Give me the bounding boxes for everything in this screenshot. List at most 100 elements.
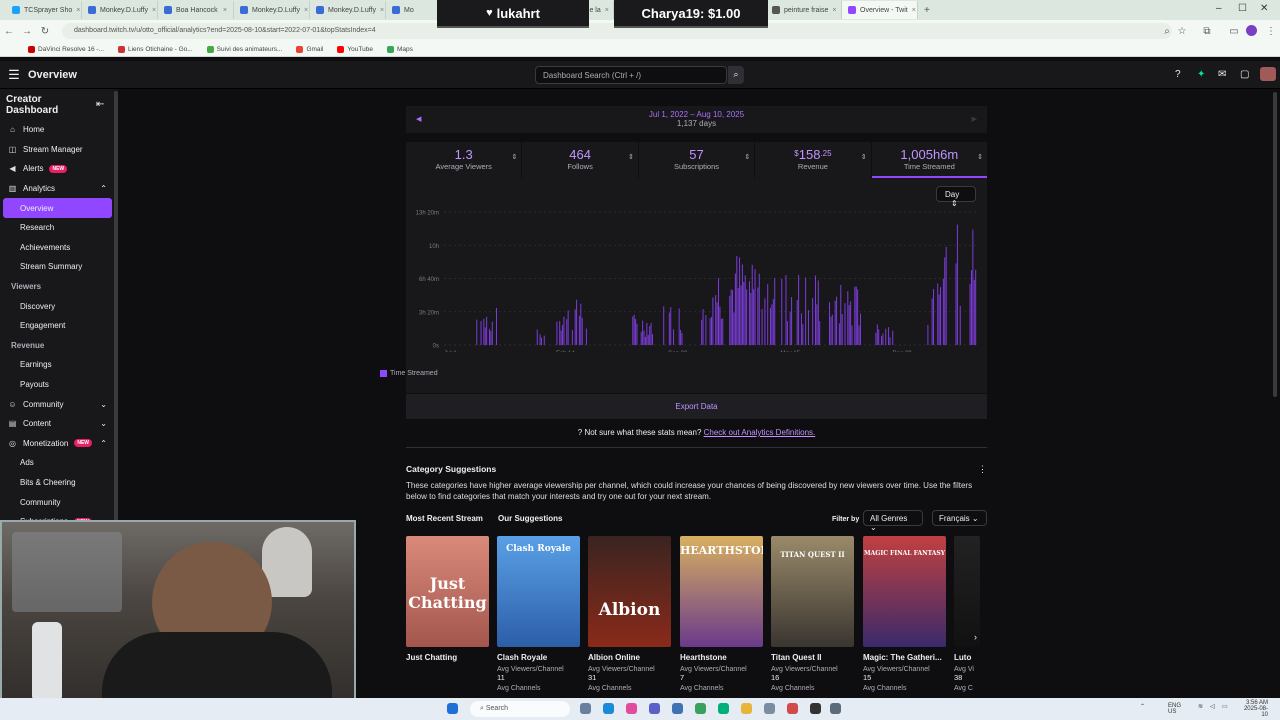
chart-bar[interactable] bbox=[754, 269, 756, 345]
chart-bar[interactable] bbox=[848, 305, 850, 345]
minimize-icon[interactable]: – bbox=[1216, 3, 1222, 14]
chart-bar[interactable] bbox=[888, 327, 890, 345]
chart-bar[interactable] bbox=[678, 308, 680, 345]
chart-bar[interactable] bbox=[757, 287, 759, 345]
chart-bar[interactable] bbox=[875, 332, 877, 345]
chart-bar[interactable] bbox=[814, 275, 816, 345]
menu-icon[interactable]: ☰ bbox=[0, 67, 28, 83]
chart-bar[interactable] bbox=[480, 321, 482, 345]
app-icon-7[interactable] bbox=[830, 703, 841, 714]
file-explorer-icon[interactable] bbox=[741, 703, 752, 714]
chart-bar[interactable] bbox=[854, 286, 856, 345]
chart-bar[interactable] bbox=[770, 307, 772, 345]
category-tile[interactable]: Just Chatting Just Chatting bbox=[406, 536, 489, 666]
close-tab-icon[interactable]: × bbox=[832, 7, 836, 14]
chart-bar[interactable] bbox=[495, 307, 497, 345]
more-options-icon[interactable]: ⋮ bbox=[978, 464, 987, 475]
sidebar-item-monetization[interactable]: ◎ Monetization NEW ⌃ bbox=[0, 434, 118, 454]
chart-bar[interactable] bbox=[560, 330, 562, 345]
reload-icon[interactable]: ↻ bbox=[36, 26, 54, 37]
windows-start-icon[interactable] bbox=[447, 703, 458, 714]
sidebar-item-engagement[interactable]: Engagement bbox=[0, 316, 118, 336]
chart-bar[interactable] bbox=[705, 315, 707, 345]
chart-bar[interactable] bbox=[802, 324, 804, 345]
chart-bar[interactable] bbox=[761, 308, 763, 345]
chart-bar[interactable] bbox=[850, 301, 852, 345]
chart-bar[interactable] bbox=[580, 303, 582, 345]
chart-bar[interactable] bbox=[746, 289, 748, 345]
chart-bar[interactable] bbox=[737, 288, 739, 345]
extensions-puzzle-icon[interactable]: ✦ bbox=[1197, 69, 1205, 80]
chart-bar[interactable] bbox=[566, 319, 568, 345]
chart-bar[interactable] bbox=[536, 329, 538, 345]
browser-tab[interactable]: Boa Hancock × bbox=[158, 1, 234, 19]
search-icon[interactable]: ⌕ bbox=[728, 66, 744, 84]
chart-bar[interactable] bbox=[940, 287, 942, 345]
chart-bar[interactable] bbox=[635, 319, 637, 345]
chart-bar[interactable] bbox=[711, 316, 712, 345]
chart-bar[interactable] bbox=[753, 289, 755, 345]
chart-bar[interactable] bbox=[488, 328, 490, 345]
chart-bar[interactable] bbox=[733, 312, 735, 345]
chart-bar[interactable] bbox=[719, 306, 721, 345]
taskbar-search[interactable]: ⌕ Search bbox=[470, 701, 570, 717]
chart-bar[interactable] bbox=[640, 331, 642, 345]
close-tab-icon[interactable]: × bbox=[76, 7, 80, 14]
chart-bar[interactable] bbox=[938, 294, 940, 345]
chart-bar[interactable] bbox=[969, 284, 971, 345]
category-box-art[interactable]: Albion bbox=[588, 536, 671, 647]
chart-bar[interactable] bbox=[764, 298, 766, 345]
close-tab-icon[interactable]: × bbox=[912, 7, 916, 14]
chart-bar[interactable] bbox=[722, 318, 724, 345]
chart-bar[interactable] bbox=[581, 317, 583, 345]
chart-bar[interactable] bbox=[876, 324, 878, 345]
chart-bar[interactable] bbox=[959, 305, 961, 345]
stat-card-average-viewers[interactable]: 1.3 Average Viewers ⇕ bbox=[406, 142, 522, 178]
chart-bar[interactable] bbox=[718, 278, 720, 345]
chart-bar[interactable] bbox=[741, 264, 743, 345]
chart-bar[interactable] bbox=[847, 291, 849, 345]
category-name[interactable]: Magic: The Gatheri... bbox=[863, 653, 946, 662]
app-icon-3[interactable] bbox=[718, 703, 729, 714]
chart-bar[interactable] bbox=[857, 289, 859, 345]
genre-dropdown[interactable]: All Genres ⌄ bbox=[863, 510, 923, 532]
sidebar-item-content[interactable]: ▤ Content ⌄ bbox=[0, 414, 118, 434]
help-icon[interactable]: ? bbox=[1175, 69, 1181, 80]
chart-bar[interactable] bbox=[796, 300, 798, 345]
chart-bar[interactable] bbox=[701, 319, 703, 345]
chart-bar[interactable] bbox=[748, 281, 750, 345]
chart-bar[interactable] bbox=[484, 327, 486, 345]
chart-bar[interactable] bbox=[490, 331, 492, 345]
date-range-selector[interactable]: ◀ Jul 1, 2022 – Aug 10, 2025 1,137 days … bbox=[406, 106, 987, 133]
chart-bar[interactable] bbox=[767, 284, 769, 345]
edge-icon[interactable] bbox=[603, 703, 614, 714]
app-icon-2[interactable] bbox=[672, 703, 683, 714]
chart-bar[interactable] bbox=[646, 322, 648, 345]
chart-bar[interactable] bbox=[972, 229, 974, 345]
app-icon-4[interactable] bbox=[764, 703, 775, 714]
chart-bar[interactable] bbox=[668, 312, 670, 345]
sidebar-item-community[interactable]: ☺ Community ⌄ bbox=[0, 394, 118, 414]
chart-bar[interactable] bbox=[771, 304, 773, 345]
chart-bar[interactable] bbox=[859, 313, 861, 345]
chart-bar[interactable] bbox=[800, 313, 802, 345]
forward-icon[interactable]: → bbox=[18, 26, 36, 37]
app-icon-1[interactable] bbox=[626, 703, 637, 714]
stat-card-subscriptions[interactable]: 57 Subscriptions ⇕ bbox=[638, 142, 755, 178]
chart-bar[interactable] bbox=[829, 302, 831, 345]
chart-bar[interactable] bbox=[643, 330, 645, 345]
chart-bar[interactable] bbox=[807, 310, 809, 345]
chart-bar[interactable] bbox=[878, 329, 880, 345]
chart-bar[interactable] bbox=[970, 270, 972, 345]
stat-card-revenue[interactable]: $158.25 Revenue ⇕ bbox=[755, 142, 871, 178]
chart-bar[interactable] bbox=[732, 290, 734, 345]
chart-bar[interactable] bbox=[578, 315, 580, 345]
clock[interactable]: 3:56 AM 2025-08-10 bbox=[1240, 700, 1268, 718]
chart-bar[interactable] bbox=[567, 310, 569, 345]
main-scrollbar[interactable] bbox=[1273, 92, 1277, 397]
chart-bar[interactable] bbox=[585, 328, 587, 345]
chart-bar[interactable] bbox=[751, 264, 753, 345]
chart-bar[interactable] bbox=[730, 289, 732, 345]
chart-bar[interactable] bbox=[702, 309, 704, 345]
category-tile[interactable]: Albion Albion Online Avg Viewers/Channel 31… bbox=[588, 536, 671, 692]
